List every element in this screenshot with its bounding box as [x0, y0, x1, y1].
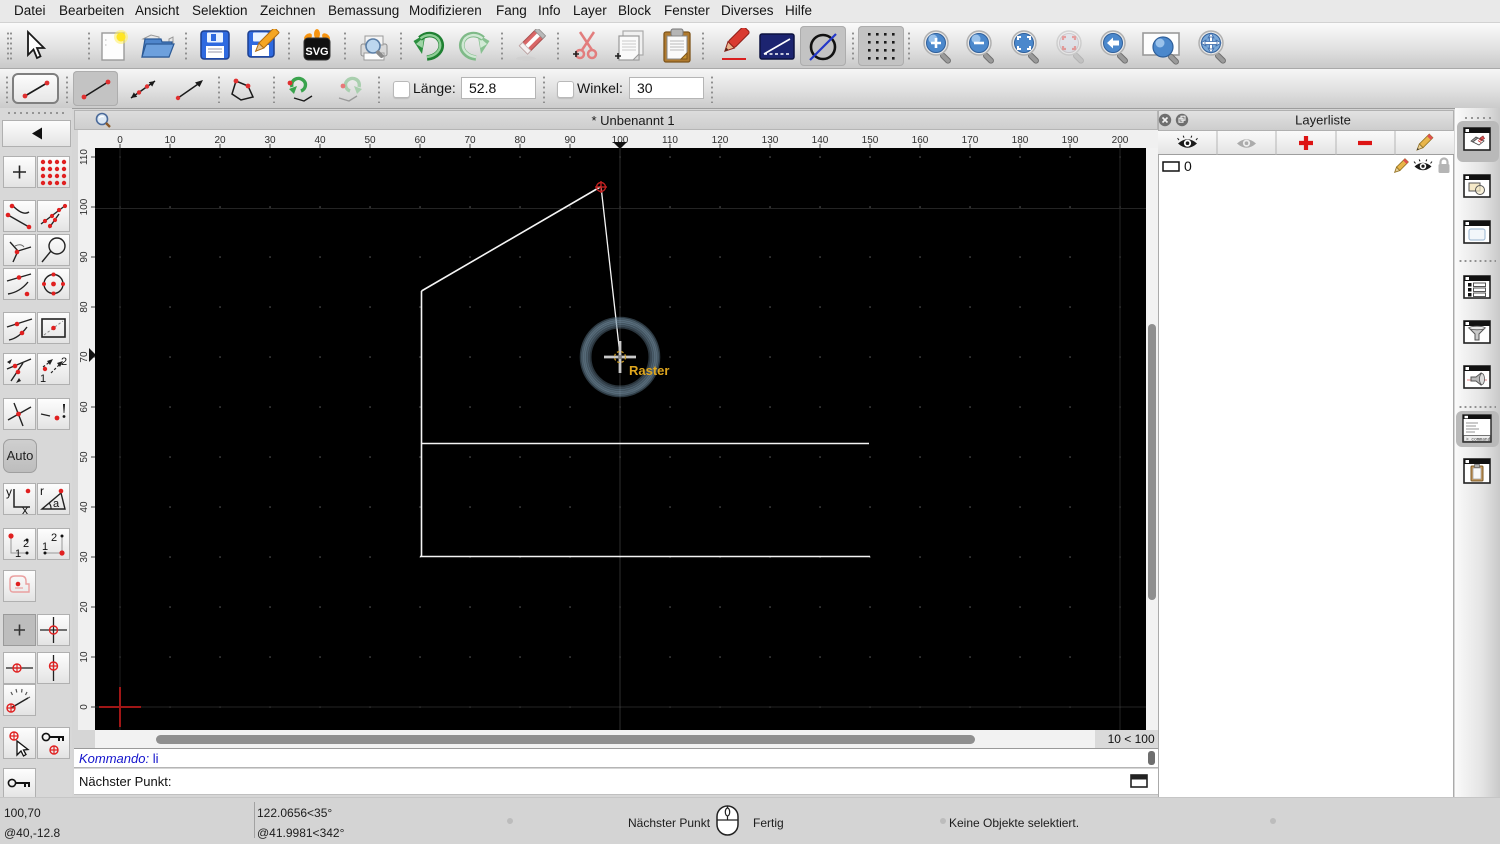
svg-text:50: 50 [79, 451, 90, 463]
svg-text:0: 0 [1184, 158, 1192, 174]
svg-text:70: 70 [79, 351, 90, 363]
svg-text:80: 80 [79, 301, 90, 313]
svg-text:Raster: Raster [629, 363, 669, 378]
svg-text:110: 110 [79, 149, 90, 165]
svg-text:2: 2 [51, 532, 57, 544]
svg-text:100: 100 [79, 198, 90, 215]
svg-text:> command: > command [1466, 436, 1491, 442]
svg-text:0: 0 [79, 704, 90, 710]
svg-text:2: 2 [61, 356, 67, 368]
svg-text:20: 20 [79, 601, 90, 613]
svg-text:1: 1 [40, 373, 46, 385]
svg-text:90: 90 [79, 251, 90, 263]
svg-text:1: 1 [15, 548, 21, 560]
svg-text:a: a [53, 498, 60, 510]
svg-text:1: 1 [42, 541, 48, 553]
svg-text:10: 10 [79, 651, 90, 663]
svg-text:r: r [40, 484, 44, 498]
svg-text:y: y [6, 485, 12, 499]
svg-text:60: 60 [79, 401, 90, 413]
svg-text:Layerliste: Layerliste [1295, 113, 1351, 128]
svg-text:40: 40 [79, 501, 90, 513]
svg-text:30: 30 [79, 551, 90, 563]
svg-text:2: 2 [23, 538, 29, 550]
svg-text:SVG: SVG [305, 46, 328, 58]
svg-text:x: x [22, 503, 28, 515]
